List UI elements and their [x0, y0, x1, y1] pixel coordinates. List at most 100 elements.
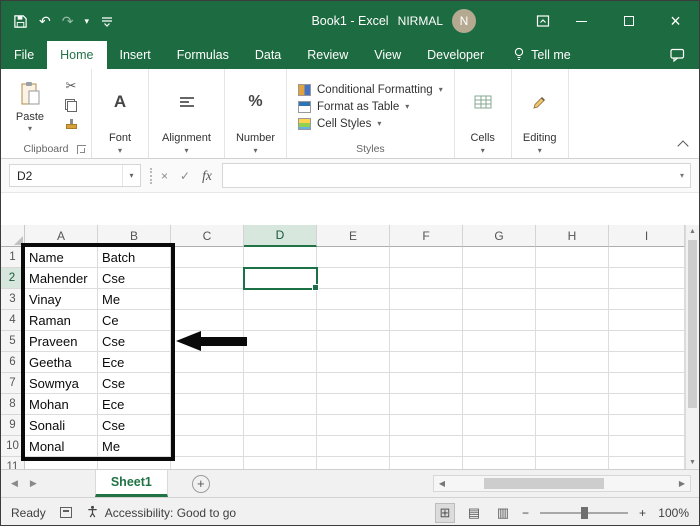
- cell-F10[interactable]: [390, 436, 463, 457]
- cell-C2[interactable]: [171, 268, 244, 289]
- cell-B8[interactable]: Ece: [98, 394, 171, 415]
- row-header-5[interactable]: 5: [1, 331, 25, 352]
- cell-A6[interactable]: Geetha: [25, 352, 98, 373]
- cell-H6[interactable]: [536, 352, 609, 373]
- cell-G3[interactable]: [463, 289, 536, 310]
- cell-D4[interactable]: [244, 310, 317, 331]
- cell-H7[interactable]: [536, 373, 609, 394]
- cell-H5[interactable]: [536, 331, 609, 352]
- row-header-11[interactable]: 11: [1, 457, 25, 469]
- cell-D10[interactable]: [244, 436, 317, 457]
- cell-D11[interactable]: [244, 457, 317, 469]
- cell-G6[interactable]: [463, 352, 536, 373]
- cell-D2[interactable]: [244, 268, 317, 289]
- ribbon-display-options-icon[interactable]: [528, 14, 558, 28]
- cell-I10[interactable]: [609, 436, 685, 457]
- zoom-slider-thumb[interactable]: [580, 506, 588, 519]
- cell-E1[interactable]: [317, 247, 390, 268]
- column-header-b[interactable]: B: [98, 225, 171, 247]
- cell-C3[interactable]: [171, 289, 244, 310]
- row-header-10[interactable]: 10: [1, 436, 25, 457]
- row-header-2[interactable]: 2: [1, 268, 25, 289]
- cell-E6[interactable]: [317, 352, 390, 373]
- cell-F11[interactable]: [390, 457, 463, 469]
- zoom-level[interactable]: 100%: [655, 506, 689, 520]
- tab-developer[interactable]: Developer: [414, 41, 497, 69]
- cell-C4[interactable]: [171, 310, 244, 331]
- cell-F3[interactable]: [390, 289, 463, 310]
- cell-A7[interactable]: Sowmya: [25, 373, 98, 394]
- new-sheet-button[interactable]: +: [191, 474, 210, 493]
- tell-me[interactable]: Tell me: [513, 41, 571, 69]
- format-painter-icon[interactable]: [65, 119, 77, 129]
- cell-H9[interactable]: [536, 415, 609, 436]
- column-header-g[interactable]: G: [463, 225, 536, 247]
- cell-A5[interactable]: Praveen: [25, 331, 98, 352]
- scroll-down-icon[interactable]: ▼: [686, 456, 699, 469]
- sheet-nav-right-icon[interactable]: ▶: [30, 478, 37, 489]
- zoom-in-icon[interactable]: +: [639, 506, 646, 520]
- column-header-i[interactable]: I: [609, 225, 685, 247]
- cell-G7[interactable]: [463, 373, 536, 394]
- select-all-corner[interactable]: [1, 225, 25, 247]
- cell-D3[interactable]: [244, 289, 317, 310]
- cell-H3[interactable]: [536, 289, 609, 310]
- tab-file[interactable]: File: [1, 41, 47, 69]
- cell-C11[interactable]: [171, 457, 244, 469]
- cell-E11[interactable]: [317, 457, 390, 469]
- close-button[interactable]: ×: [652, 1, 699, 41]
- sheet-tab-sheet1[interactable]: Sheet1: [94, 470, 168, 497]
- tab-review[interactable]: Review: [294, 41, 361, 69]
- cell-H1[interactable]: [536, 247, 609, 268]
- undo-icon[interactable]: ↶: [39, 14, 51, 28]
- cell-H11[interactable]: [536, 457, 609, 469]
- cell-C5[interactable]: [171, 331, 244, 352]
- cell-C8[interactable]: [171, 394, 244, 415]
- scroll-up-icon[interactable]: ▲: [686, 225, 699, 238]
- cell-E7[interactable]: [317, 373, 390, 394]
- tab-view[interactable]: View: [361, 41, 414, 69]
- cell-G5[interactable]: [463, 331, 536, 352]
- column-header-c[interactable]: C: [171, 225, 244, 247]
- accessibility-status[interactable]: Accessibility: Good to go: [86, 505, 236, 521]
- tab-insert[interactable]: Insert: [107, 41, 164, 69]
- cell-H8[interactable]: [536, 394, 609, 415]
- styles-button-format-as-table[interactable]: Format as Table ▾: [292, 99, 449, 115]
- avatar[interactable]: N: [452, 9, 476, 33]
- name-box[interactable]: D2 ▾: [9, 164, 141, 187]
- horizontal-scrollbar[interactable]: ◀ ▶: [433, 475, 691, 492]
- column-header-h[interactable]: H: [536, 225, 609, 247]
- save-icon[interactable]: [13, 14, 28, 29]
- cell-F2[interactable]: [390, 268, 463, 289]
- cell-A2[interactable]: Mahender: [25, 268, 98, 289]
- cell-D8[interactable]: [244, 394, 317, 415]
- expand-formula-bar-icon[interactable]: ▾: [674, 164, 690, 187]
- cell-F6[interactable]: [390, 352, 463, 373]
- cell-G11[interactable]: [463, 457, 536, 469]
- cut-icon[interactable]: ✂: [66, 79, 77, 92]
- cell-F7[interactable]: [390, 373, 463, 394]
- zoom-out-icon[interactable]: −: [522, 506, 529, 520]
- row-header-7[interactable]: 7: [1, 373, 25, 394]
- cell-I9[interactable]: [609, 415, 685, 436]
- chevron-down-icon[interactable]: ▾: [84, 16, 89, 26]
- column-header-f[interactable]: F: [390, 225, 463, 247]
- page-layout-view-icon[interactable]: ▤: [464, 503, 484, 523]
- styles-button-conditional-formatting[interactable]: Conditional Formatting ▾: [292, 82, 449, 98]
- row-header-4[interactable]: 4: [1, 310, 25, 331]
- cell-D9[interactable]: [244, 415, 317, 436]
- cell-B10[interactable]: Me: [98, 436, 171, 457]
- cell-H4[interactable]: [536, 310, 609, 331]
- cell-H10[interactable]: [536, 436, 609, 457]
- maximize-button[interactable]: [605, 1, 652, 41]
- cell-F9[interactable]: [390, 415, 463, 436]
- paste-button[interactable]: Paste ▾: [6, 72, 54, 141]
- cells-group[interactable]: Cells ▾: [455, 69, 512, 158]
- column-header-a[interactable]: A: [25, 225, 98, 247]
- tab-data[interactable]: Data: [242, 41, 294, 69]
- scroll-left-icon[interactable]: ◀: [434, 479, 450, 488]
- vertical-scroll-thumb[interactable]: [688, 240, 697, 408]
- cell-E10[interactable]: [317, 436, 390, 457]
- cell-C7[interactable]: [171, 373, 244, 394]
- cell-A3[interactable]: Vinay: [25, 289, 98, 310]
